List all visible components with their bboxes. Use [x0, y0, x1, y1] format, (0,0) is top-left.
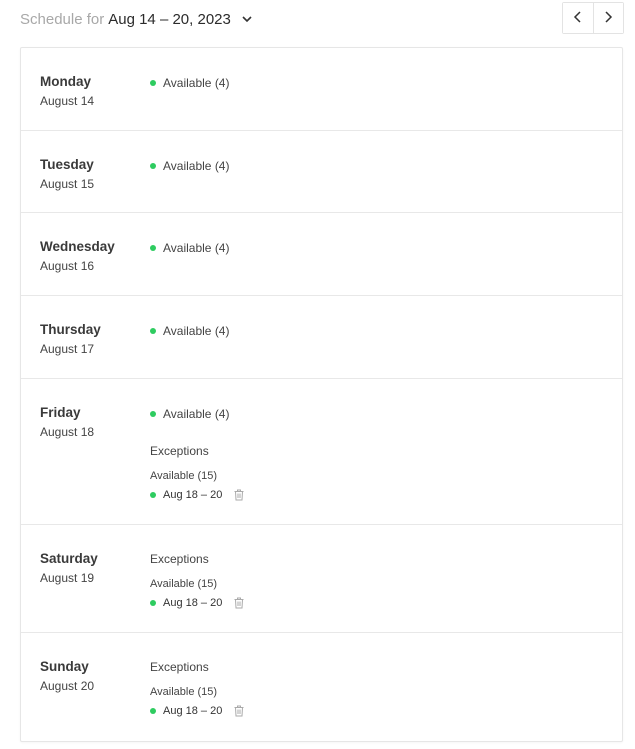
exception-item[interactable]: Aug 18 – 20: [150, 597, 245, 609]
day-date: August 15: [40, 177, 95, 191]
day-date: August 17: [40, 342, 95, 356]
day-name: Friday: [40, 405, 81, 420]
availability-label: Available (4): [163, 407, 230, 421]
exception-label: Available (15): [150, 470, 218, 482]
exception-label: Available (15): [150, 578, 218, 590]
availability[interactable]: Available (4): [150, 241, 229, 255]
day-row-tuesday: Tuesday August 15 Available (4): [21, 131, 622, 213]
previous-week-button[interactable]: [563, 3, 593, 33]
day-name: Monday: [40, 74, 92, 89]
available-dot-icon: [150, 411, 156, 417]
exception-item[interactable]: Aug 18 – 20: [150, 705, 245, 717]
day-date: August 19: [40, 571, 95, 585]
exception-range: Aug 18 – 20: [163, 489, 223, 501]
available-dot-icon: [150, 492, 156, 498]
exception-label: Available (15): [150, 686, 218, 698]
chevron-right-icon: [602, 10, 614, 27]
exception-range: Aug 18 – 20: [163, 597, 223, 609]
trash-icon[interactable]: [233, 597, 245, 609]
availability-label: Available (4): [163, 241, 230, 255]
exceptions-title: Exceptions: [150, 444, 209, 458]
day-name: Wednesday: [40, 239, 115, 254]
chevron-left-icon: [572, 10, 584, 27]
day-name: Thursday: [40, 322, 101, 337]
day-name: Saturday: [40, 551, 98, 566]
trash-icon[interactable]: [233, 705, 245, 717]
day-row-thursday: Thursday August 17 Available (4): [21, 296, 622, 379]
day-date: August 20: [40, 679, 95, 693]
day-date: August 16: [40, 259, 95, 273]
day-row-sunday: Sunday August 20 Exceptions Available (1…: [21, 633, 622, 741]
availability[interactable]: Available (4): [150, 76, 229, 90]
available-dot-icon: [150, 328, 156, 334]
exception-range: Aug 18 – 20: [163, 705, 223, 717]
availability[interactable]: Available (4): [150, 407, 229, 421]
exceptions-title: Exceptions: [150, 660, 209, 674]
day-row-monday: Monday August 14 Available (4): [21, 48, 622, 131]
available-dot-icon: [150, 245, 156, 251]
trash-icon[interactable]: [233, 489, 245, 501]
available-dot-icon: [150, 163, 156, 169]
available-dot-icon: [150, 80, 156, 86]
day-name: Sunday: [40, 659, 89, 674]
schedule-card: Monday August 14 Available (4) Tuesday A…: [20, 47, 623, 742]
day-row-friday: Friday August 18 Available (4) Exception…: [21, 379, 622, 525]
chevron-down-icon[interactable]: [241, 13, 253, 25]
day-name: Tuesday: [40, 157, 94, 172]
exceptions-title: Exceptions: [150, 552, 209, 566]
availability-label: Available (4): [163, 324, 230, 338]
next-week-button[interactable]: [592, 3, 623, 33]
available-dot-icon: [150, 708, 156, 714]
day-row-wednesday: Wednesday August 16 Available (4): [21, 213, 622, 296]
availability[interactable]: Available (4): [150, 159, 229, 173]
schedule-range[interactable]: Aug 14 – 20, 2023: [108, 11, 231, 28]
day-row-saturday: Saturday August 19 Exceptions Available …: [21, 525, 622, 633]
availability[interactable]: Available (4): [150, 324, 229, 338]
day-date: August 18: [40, 425, 95, 439]
available-dot-icon: [150, 600, 156, 606]
schedule-header: Schedule for Aug 14 – 20, 2023: [20, 8, 253, 30]
exception-item[interactable]: Aug 18 – 20: [150, 489, 245, 501]
day-date: August 14: [40, 94, 95, 108]
availability-label: Available (4): [163, 159, 230, 173]
schedule-prefix: Schedule for: [20, 10, 105, 28]
availability-label: Available (4): [163, 76, 230, 90]
week-navigation: [562, 2, 624, 34]
